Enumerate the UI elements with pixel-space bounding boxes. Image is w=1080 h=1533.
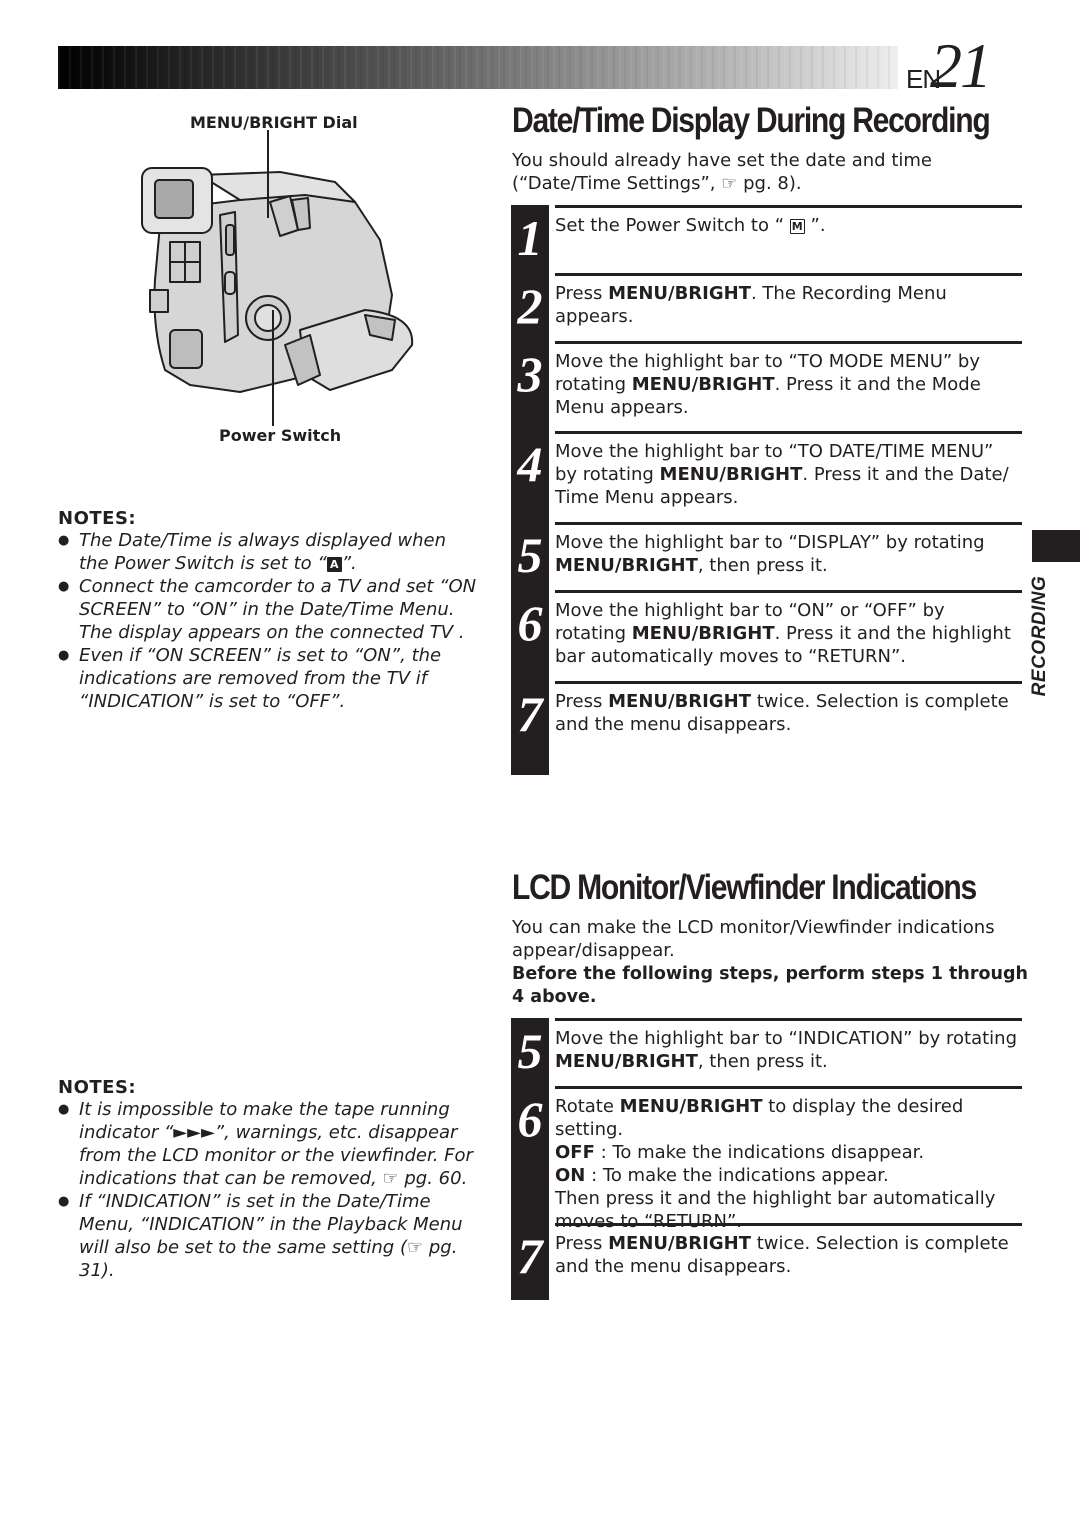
step-text-run: Press: [555, 691, 609, 712]
step-bold-text: OFF: [555, 1142, 595, 1163]
step-number: 6: [511, 1086, 549, 1223]
step-bold-text: MENU/BRIGHT: [631, 374, 775, 395]
step-bold-text: MENU/BRIGHT: [631, 623, 775, 644]
note-item: Connect the camcorder to a TV and set “O…: [58, 575, 478, 644]
step-item: 7 Press MENU/BRIGHT twice. Selection is c…: [511, 1223, 1022, 1287]
step-text-run: Press: [555, 1233, 609, 1254]
step-number: 6: [511, 590, 549, 681]
step-text-run: , then press it.: [697, 555, 828, 576]
notes-list: It is impossible to make the tape runnin…: [58, 1098, 478, 1282]
note-item: If “INDICATION” is set in the Date/Time …: [58, 1190, 478, 1282]
step-item: 3 Move the highlight bar to “TO MODE MENU…: [511, 341, 1022, 431]
step-item: 2 Press MENU/BRIGHT. The Recording Menu a…: [511, 273, 1022, 341]
note-item: The Date/Time is always displayed when t…: [58, 529, 478, 575]
step-number: 1: [511, 205, 549, 273]
step-text: Move the highlight bar to “ON” or “OFF” …: [555, 590, 1022, 681]
step-column-end: [511, 745, 549, 775]
step-text-run: Move the highlight bar to “DISPLAY” by r…: [555, 532, 985, 553]
page-number: 21: [930, 30, 992, 101]
steps-list-date-time: 1 Set the Power Switch to “ M ”. 2 Press ME…: [511, 205, 1022, 775]
step-text-run: Set the Power Switch to “: [555, 215, 790, 236]
note-item: It is impossible to make the tape runnin…: [58, 1098, 478, 1190]
step-number: 7: [511, 1223, 549, 1287]
steps-list-indications: 5 Move the highlight bar to “INDICATION” …: [511, 1018, 1022, 1300]
step-text: Rotate MENU/BRIGHT to display the desire…: [555, 1086, 1022, 1232]
step-item: 6 Move the highlight bar to “ON” or “OFF”…: [511, 590, 1022, 681]
step-number: 5: [511, 1018, 549, 1086]
note-item: Even if “ON SCREEN” is set to “ON”, the …: [58, 644, 478, 713]
step-bold-text: MENU/BRIGHT: [619, 1096, 763, 1117]
step-bold-text: MENU/BRIGHT: [555, 1051, 698, 1072]
step-text: Move the highlight bar to “TO MODE MENU”…: [555, 341, 1022, 431]
step-text-run: Press: [555, 283, 609, 304]
notes-top: NOTES: The Date/Time is always displayed…: [58, 508, 478, 713]
step-column-end: [511, 1287, 549, 1300]
step-text: Move the highlight bar to “DISPLAY” by r…: [555, 522, 1022, 590]
step-text: Move the highlight bar to “INDICATION” b…: [555, 1018, 1022, 1086]
notes-list: The Date/Time is always displayed when t…: [58, 529, 478, 713]
step-text-run: : To make the indications appear.: [585, 1165, 889, 1186]
header-gradient-bar: [58, 46, 898, 89]
step-number: 4: [511, 431, 549, 522]
section-prerequisite: Before the following steps, perform step…: [512, 964, 1028, 1007]
step-item: 5 Move the highlight bar to “DISPLAY” by …: [511, 522, 1022, 590]
figure-label-power-switch: Power Switch: [219, 426, 342, 445]
notes-heading: NOTES:: [58, 508, 137, 529]
step-text: Set the Power Switch to “ M ”.: [555, 205, 1022, 273]
notes-bottom: NOTES: It is impossible to make the tape…: [58, 1077, 478, 1282]
step-text: Press MENU/BRIGHT twice. Selection is co…: [555, 1223, 1022, 1287]
step-number: 3: [511, 341, 549, 431]
step-text: Press MENU/BRIGHT twice. Selection is co…: [555, 681, 1022, 745]
chapter-tab-label: RECORDING: [1029, 575, 1050, 697]
step-number: 7: [511, 681, 549, 745]
step-bold-text: ON: [555, 1165, 586, 1186]
step-item: 1 Set the Power Switch to “ M ”.: [511, 205, 1022, 273]
manual-mode-icon: M: [789, 219, 805, 234]
step-text: Move the highlight bar to “TO DATE/TIME …: [555, 431, 1022, 522]
step-text: Press MENU/BRIGHT. The Recording Menu ap…: [555, 273, 1022, 341]
step-text-run: ”.: [804, 215, 826, 236]
step-number: 5: [511, 522, 549, 590]
section-title-lcd-indications: LCD Monitor/Viewfinder Indications: [512, 868, 977, 907]
step-item: 7 Press MENU/BRIGHT twice. Selection is c…: [511, 681, 1022, 745]
step-item: 5 Move the highlight bar to “INDICATION” …: [511, 1018, 1022, 1086]
step-text-run: : To make the indications disappear.: [594, 1142, 925, 1163]
section-intro: You can make the LCD monitor/Viewfinder …: [512, 917, 995, 961]
section-intro: You should already have set the date and…: [512, 150, 932, 194]
auto-mode-icon: A: [326, 557, 342, 572]
step-bold-text: MENU/BRIGHT: [659, 464, 803, 485]
step-item: 4 Move the highlight bar to “TO DATE/TIME…: [511, 431, 1022, 522]
step-bold-text: MENU/BRIGHT: [608, 283, 751, 304]
step-text-run: Rotate: [555, 1096, 620, 1117]
section-title-date-time-display: Date/Time Display During Recording: [512, 101, 991, 140]
step-item: 6 Rotate MENU/BRIGHT to display the desir…: [511, 1086, 1022, 1232]
step-text-run: , then press it.: [697, 1051, 828, 1072]
chapter-tab-marker: [1032, 530, 1080, 562]
step-bold-text: MENU/BRIGHT: [555, 555, 698, 576]
camcorder-illustration: [141, 130, 414, 426]
step-text-run: Move the highlight bar to “INDICATION” b…: [555, 1028, 1018, 1049]
step-bold-text: MENU/BRIGHT: [608, 1233, 751, 1254]
step-bold-text: MENU/BRIGHT: [608, 691, 751, 712]
notes-heading: NOTES:: [58, 1077, 137, 1098]
step-number: 2: [511, 273, 549, 341]
